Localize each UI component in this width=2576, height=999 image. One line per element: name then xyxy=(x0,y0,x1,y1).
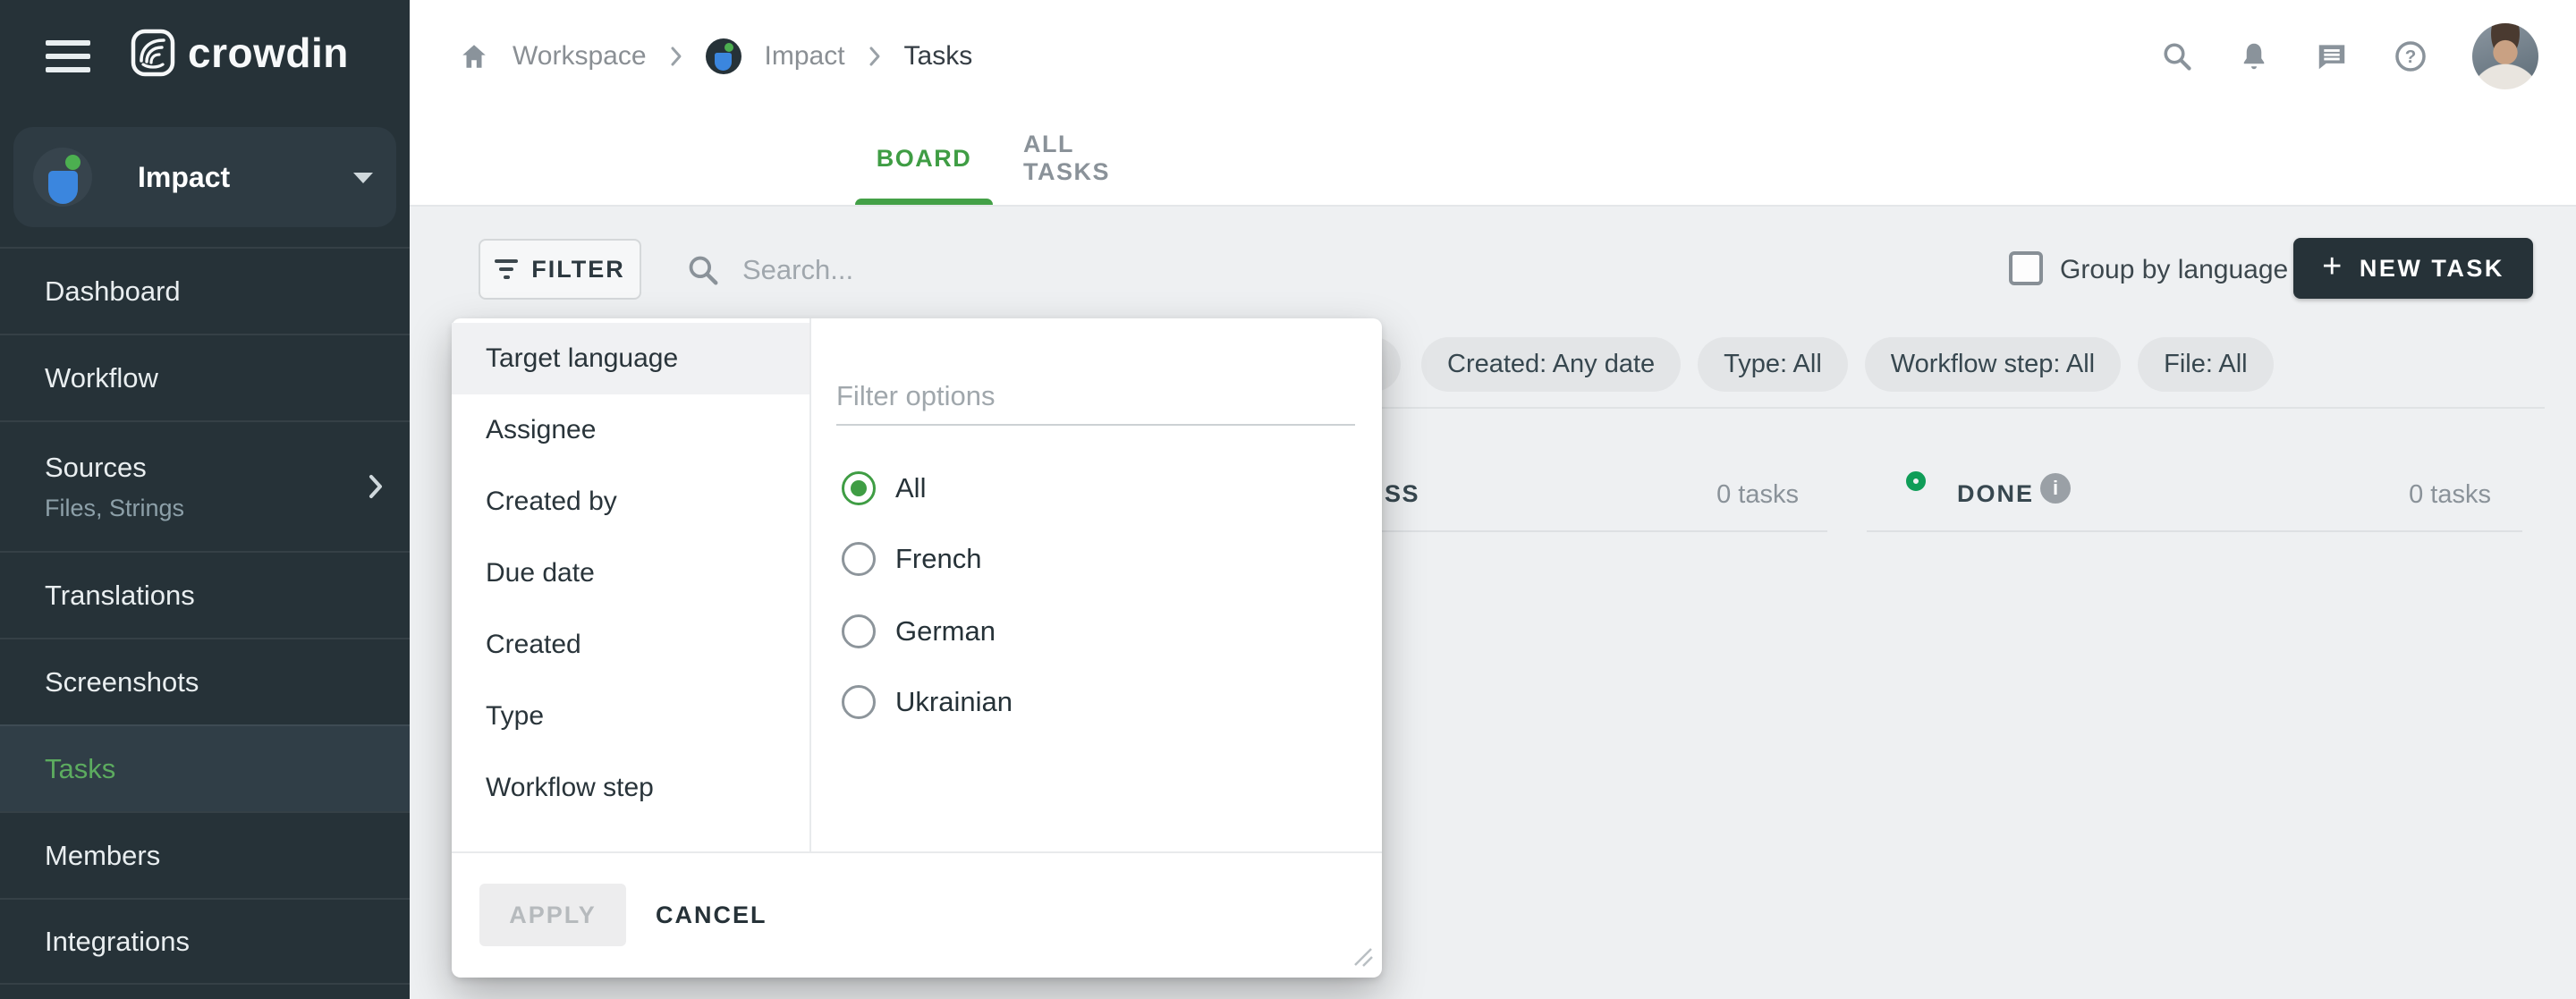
group-by-language-checkbox[interactable] xyxy=(2009,251,2043,285)
sidebar-item-label: Members xyxy=(45,840,160,872)
filter-field-target-language[interactable]: Target language xyxy=(452,323,809,394)
radio-option-label: German xyxy=(895,615,996,648)
group-by-language-label[interactable]: Group by language xyxy=(2060,255,2288,285)
plus-icon: + xyxy=(2322,250,2344,284)
project-avatar xyxy=(706,38,741,74)
column-in-progress-label: SS xyxy=(1385,480,1419,508)
sidebar-item-label: Dashboard xyxy=(45,275,181,308)
divider xyxy=(452,851,1382,853)
topbar-actions: ? xyxy=(2161,0,2538,112)
filter-field-workflow-step[interactable]: Workflow step xyxy=(452,752,809,824)
sidebar-nav: Dashboard Workflow Sources Files, String… xyxy=(0,247,410,985)
radio-icon xyxy=(842,685,876,719)
chevron-down-icon xyxy=(353,173,373,183)
sidebar: crowdin Impact Dashboard Workflow Source… xyxy=(0,0,410,999)
search-input[interactable] xyxy=(742,247,1243,293)
radio-option-label: Ukrainian xyxy=(895,686,1013,718)
radio-selected-icon xyxy=(842,471,876,505)
crowdin-tasks-page: crowdin Impact Dashboard Workflow Source… xyxy=(0,0,2576,999)
column-in-progress-count: 0 tasks xyxy=(1610,480,1799,510)
messages-icon[interactable] xyxy=(2315,39,2349,73)
crowdin-logo[interactable]: crowdin xyxy=(131,29,349,77)
sidebar-item-screenshots[interactable]: Screenshots xyxy=(0,638,410,724)
breadcrumb: Workspace Impact Tasks xyxy=(459,0,972,112)
resize-handle[interactable] xyxy=(1350,944,1373,967)
notifications-bell-icon[interactable] xyxy=(2238,40,2270,72)
chevron-right-icon xyxy=(670,46,682,67)
sidebar-item-label: Tasks xyxy=(45,753,115,785)
breadcrumb-current: Tasks xyxy=(904,41,973,72)
filter-options-input[interactable] xyxy=(836,368,1355,426)
filter-button-label: FILTER xyxy=(531,256,624,284)
project-name: Impact xyxy=(138,127,230,227)
radio-option-ukrainian[interactable]: Ukrainian xyxy=(842,684,1013,720)
project-selector[interactable]: Impact xyxy=(13,127,396,227)
cancel-button[interactable]: CANCEL xyxy=(656,884,767,946)
column-done-label: DONE xyxy=(1957,480,2034,508)
chevron-right-icon xyxy=(369,474,383,499)
new-task-button[interactable]: + NEW TASK xyxy=(2293,238,2533,299)
radio-option-all[interactable]: All xyxy=(842,470,926,506)
chevron-right-icon xyxy=(869,46,881,67)
filter-field-due-date[interactable]: Due date xyxy=(452,538,809,609)
sidebar-item-label: Sources xyxy=(45,452,147,484)
new-task-label: NEW TASK xyxy=(2360,255,2504,283)
filter-field-assignee[interactable]: Assignee xyxy=(452,394,809,466)
sidebar-item-label: Workflow xyxy=(45,362,158,394)
radio-icon xyxy=(842,614,876,648)
breadcrumb-project[interactable]: Impact xyxy=(765,41,845,72)
sidebar-item-label: Integrations xyxy=(45,926,190,958)
help-icon[interactable]: ? xyxy=(2394,39,2428,73)
radio-option-french[interactable]: French xyxy=(842,541,981,577)
filter-button[interactable]: FILTER xyxy=(479,239,641,300)
crowdin-logo-icon xyxy=(131,29,175,77)
sidebar-item-label: Screenshots xyxy=(45,666,199,698)
breadcrumb-workspace[interactable]: Workspace xyxy=(513,41,647,72)
info-icon[interactable]: i xyxy=(2040,473,2071,504)
done-status-icon xyxy=(1906,471,1926,491)
topbar: Workspace Impact Tasks ? BOARD ALL TASKS xyxy=(410,0,2576,207)
filter-chip-type[interactable]: Type: All xyxy=(1698,337,1848,392)
column-done-count: 0 tasks xyxy=(2302,480,2491,510)
filter-icon xyxy=(495,259,518,279)
radio-option-label: French xyxy=(895,543,981,575)
filter-popup: Target language Assignee Created by Due … xyxy=(452,318,1382,978)
home-icon[interactable] xyxy=(459,41,489,72)
radio-icon xyxy=(842,542,876,576)
divider xyxy=(809,318,811,852)
radio-option-german[interactable]: German xyxy=(842,614,996,649)
sidebar-item-subtitle: Files, Strings xyxy=(45,495,184,522)
svg-text:?: ? xyxy=(2405,46,2417,66)
logo-wordmark: crowdin xyxy=(188,29,349,77)
radio-option-label: All xyxy=(895,472,926,504)
divider xyxy=(1867,530,2522,532)
tab-board[interactable]: BOARD xyxy=(855,112,993,205)
filter-field-list: Target language Assignee Created by Due … xyxy=(452,323,809,824)
sidebar-item-workflow[interactable]: Workflow xyxy=(0,334,410,420)
sidebar-item-sources[interactable]: Sources Files, Strings xyxy=(0,420,410,551)
sidebar-item-dashboard[interactable]: Dashboard xyxy=(0,247,410,334)
sidebar-item-members[interactable]: Members xyxy=(0,811,410,898)
hamburger-menu-icon[interactable] xyxy=(46,40,90,72)
filter-chips-row: Created: Any date Type: All Workflow ste… xyxy=(1421,337,2274,392)
project-avatar xyxy=(33,148,92,207)
filter-chip-workflow-step[interactable]: Workflow step: All xyxy=(1865,337,2121,392)
filter-field-type[interactable]: Type xyxy=(452,681,809,752)
filter-chip-file[interactable]: File: All xyxy=(2138,337,2273,392)
sidebar-item-integrations[interactable]: Integrations xyxy=(0,898,410,985)
user-avatar[interactable] xyxy=(2472,23,2538,89)
sidebar-item-translations[interactable]: Translations xyxy=(0,551,410,638)
sidebar-item-label: Translations xyxy=(45,580,195,612)
sidebar-item-tasks[interactable]: Tasks xyxy=(0,724,410,811)
filter-chip-created[interactable]: Created: Any date xyxy=(1421,337,1681,392)
search-icon xyxy=(686,253,720,287)
apply-button[interactable]: APPLY xyxy=(479,884,626,946)
filter-field-created[interactable]: Created xyxy=(452,609,809,681)
search-icon[interactable] xyxy=(2161,40,2193,72)
tab-all-tasks[interactable]: ALL TASKS xyxy=(1023,112,1148,205)
filter-field-created-by[interactable]: Created by xyxy=(452,466,809,538)
